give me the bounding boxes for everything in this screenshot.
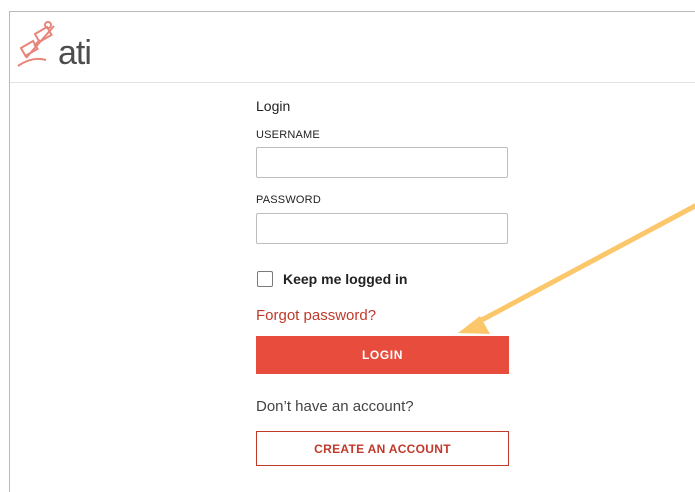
remember-me-checkbox[interactable] [257, 271, 273, 287]
login-button[interactable]: LOGIN [256, 336, 509, 374]
password-label: PASSWORD [256, 194, 321, 206]
username-label: USERNAME [256, 129, 320, 141]
password-input[interactable] [256, 213, 508, 244]
no-account-text: Don’t have an account? [256, 398, 414, 415]
login-title: Login [256, 98, 291, 114]
remember-me-row[interactable]: Keep me logged in [257, 271, 407, 287]
remember-me-label[interactable]: Keep me logged in [283, 271, 407, 287]
ati-logo[interactable]: ati [16, 16, 126, 78]
login-page [9, 11, 695, 492]
username-input[interactable] [256, 147, 508, 178]
logo-text: ati [58, 34, 92, 72]
page-header: ati [10, 12, 695, 83]
create-account-button[interactable]: CREATE AN ACCOUNT [256, 431, 509, 466]
forgot-password-link[interactable]: Forgot password? [256, 307, 376, 324]
